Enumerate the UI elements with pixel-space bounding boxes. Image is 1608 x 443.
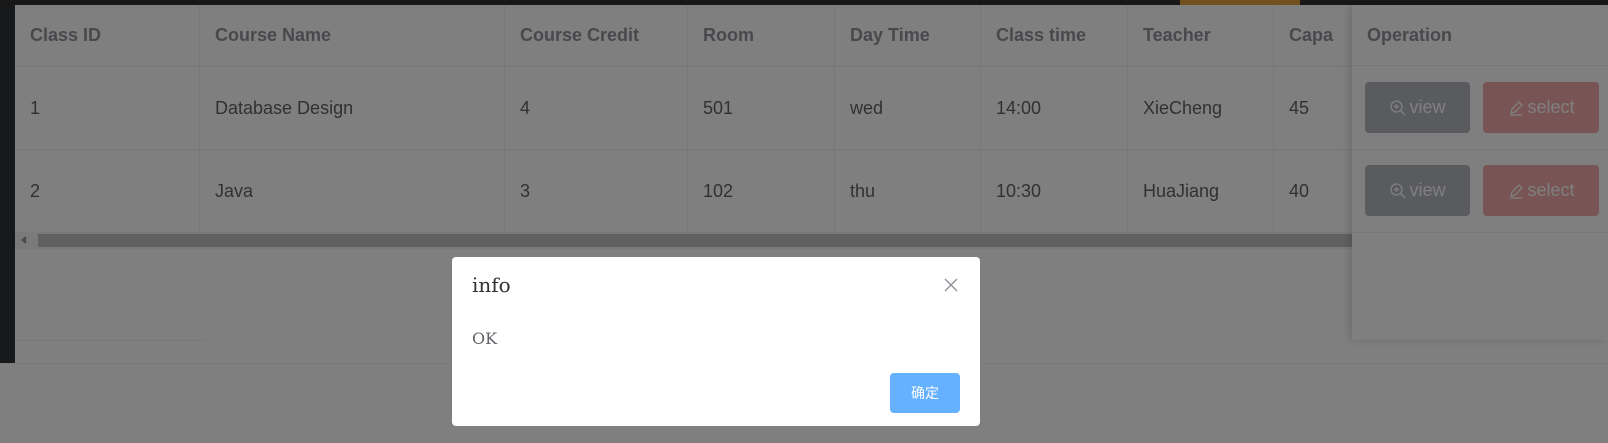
info-dialog: info OK 确定 bbox=[452, 257, 980, 426]
dialog-title: info bbox=[472, 273, 511, 297]
close-icon[interactable] bbox=[942, 276, 960, 294]
dialog-message: OK bbox=[472, 329, 498, 348]
confirm-button[interactable]: 确定 bbox=[890, 373, 960, 413]
